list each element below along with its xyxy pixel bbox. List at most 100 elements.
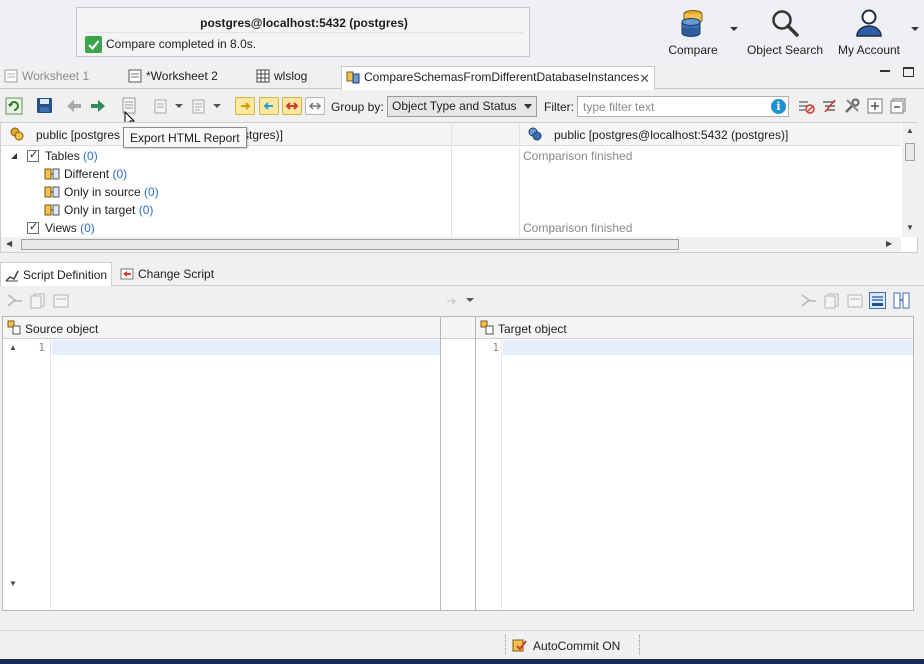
synchronized-scrolling-icon[interactable] — [869, 292, 886, 309]
filter-input[interactable] — [577, 96, 789, 117]
sync-script-icon[interactable] — [191, 98, 207, 114]
status-divider — [505, 635, 506, 655]
tab-compare-schemas[interactable]: CompareSchemasFromDifferentDatabaseInsta… — [341, 66, 655, 90]
tree-row-label: Views — [45, 221, 77, 235]
account-dropdown-arrow-icon[interactable] — [910, 26, 920, 32]
navigate-arrow-icon[interactable] — [446, 296, 458, 306]
copy-target-script-icon[interactable] — [824, 293, 840, 309]
scroll-down-arrow-icon[interactable]: ▼ — [9, 579, 17, 588]
scroll-up-arrow-icon[interactable]: ▲ — [906, 126, 914, 135]
tree-row-only-in-target[interactable]: Only in target (0) — [1, 201, 901, 219]
tab-script-definition[interactable]: Script Definition — [0, 262, 112, 286]
source-editor-header: Source object — [3, 317, 440, 339]
scroll-down-arrow-icon[interactable]: ▼ — [906, 223, 914, 232]
info-icon[interactable]: i — [771, 99, 786, 114]
tab-label: *Worksheet 2 — [146, 69, 218, 83]
sync-script-dropdown-icon[interactable] — [213, 104, 221, 109]
tree-row-count: (0) — [112, 167, 128, 181]
target-schema-header: public [postgres@localhost:5432 (postgre… — [554, 128, 789, 142]
horizontal-scrollbar[interactable]: ◀ ▶ — [1, 237, 901, 252]
tree-row-views[interactable]: Views (0) Comparison finished — [1, 219, 901, 237]
target-object-editor[interactable]: Target object 1 — [475, 316, 914, 611]
source-schema-header-tail: stgres)] — [243, 128, 284, 142]
sql-script-icon[interactable] — [53, 293, 69, 309]
script-toolbar — [0, 288, 924, 314]
chevron-down-icon — [524, 104, 532, 109]
scroll-thumb[interactable] — [905, 143, 915, 161]
views-checkbox[interactable] — [27, 220, 39, 234]
current-line-highlight — [52, 340, 440, 355]
show-both-directions-toggle[interactable] — [282, 97, 302, 115]
target-sql-script-icon[interactable] — [847, 293, 863, 309]
generate-script-dropdown-icon[interactable] — [175, 104, 183, 109]
vertical-scrollbar[interactable]: ▲ ▼ — [902, 123, 918, 237]
tree-row-status: Comparison finished — [523, 221, 633, 235]
run-target-script-icon[interactable] — [801, 294, 817, 308]
tree-row-only-in-source[interactable]: Only in source (0) — [1, 183, 901, 201]
show-only-in-target-toggle[interactable] — [259, 97, 279, 115]
schema-icon — [10, 127, 24, 141]
split-view-icon[interactable] — [893, 292, 910, 309]
compare-button[interactable]: Compare — [664, 6, 722, 60]
group-by-select[interactable]: Object Type and Status — [387, 96, 537, 117]
diff-gutter-header — [441, 317, 475, 339]
compare-label: Compare — [668, 43, 718, 57]
show-different-toggle[interactable] — [235, 97, 255, 115]
my-account-button[interactable]: My Account — [832, 6, 906, 60]
tree-row-text: Different (0) — [64, 167, 127, 181]
expand-all-icon[interactable] — [867, 98, 883, 114]
navigate-dropdown-icon[interactable] — [466, 298, 474, 303]
object-search-button[interactable]: Object Search — [744, 6, 826, 60]
minimize-icon[interactable] — [880, 70, 890, 72]
tree-row-count: (0) — [138, 203, 154, 217]
status-bar: AutoCommit ON — [0, 630, 924, 659]
generate-script-icon[interactable] — [153, 98, 169, 114]
expanded-triangle-icon[interactable] — [11, 153, 18, 160]
target-object-title: Target object — [498, 322, 567, 336]
group-by-value: Object Type and Status — [392, 99, 517, 113]
copy-script-icon[interactable] — [30, 293, 46, 309]
tree-row-text: Views (0) — [45, 221, 95, 235]
tab-worksheet-1[interactable]: Worksheet 1 — [0, 66, 95, 89]
tab-worksheet-2[interactable]: *Worksheet 2 — [124, 66, 224, 89]
compare-schemas-icon — [346, 70, 360, 84]
tree-row-label: Only in target — [64, 203, 136, 217]
source-object-editor[interactable]: Source object ▲ ▼ 1 — [2, 316, 441, 611]
target-editor-header: Target object — [476, 317, 913, 339]
scroll-thumb[interactable] — [21, 239, 679, 250]
refresh-compare-icon[interactable] — [5, 97, 23, 115]
tree-row-different[interactable]: Different (0) — [1, 165, 901, 183]
tables-checkbox[interactable] — [27, 148, 39, 162]
tooltip: Export HTML Report — [123, 127, 247, 148]
only-in-source-icon — [44, 186, 60, 198]
settings-tools-icon[interactable] — [844, 98, 860, 114]
magnifier-icon — [770, 8, 800, 38]
only-in-target-icon — [44, 204, 60, 216]
collapse-all-icon[interactable] — [890, 98, 906, 114]
group-by-label: Group by: — [331, 100, 384, 114]
object-search-label: Object Search — [746, 43, 824, 57]
hide-excluded-icon[interactable] — [797, 98, 815, 114]
tab-change-script[interactable]: Change Script — [116, 262, 220, 286]
autocommit-status[interactable]: AutoCommit ON — [533, 639, 620, 653]
line-number: 1 — [38, 341, 45, 354]
tree-row-tables[interactable]: Tables (0) Comparison finished — [1, 147, 901, 165]
tree-row-text: Only in source (0) — [64, 185, 159, 199]
compare-dropdown-arrow-icon[interactable] — [729, 26, 739, 32]
run-script-icon[interactable] — [7, 294, 23, 308]
next-difference-icon[interactable] — [90, 99, 106, 113]
filter-list-icon[interactable] — [821, 98, 839, 114]
filter-label: Filter: — [544, 100, 574, 114]
scroll-right-arrow-icon[interactable]: ▶ — [886, 239, 892, 248]
previous-difference-icon[interactable] — [66, 99, 82, 113]
close-tab-icon[interactable]: ✕ — [639, 69, 650, 89]
script-definition-icon — [5, 268, 19, 282]
sql-worksheet-icon — [128, 69, 142, 83]
save-icon[interactable] — [36, 97, 53, 114]
maximize-icon[interactable] — [903, 67, 914, 77]
scroll-left-arrow-icon[interactable]: ◀ — [6, 239, 12, 248]
tab-wlslog[interactable]: wlslog — [252, 66, 313, 89]
source-object-title: Source object — [25, 322, 99, 336]
different-objects-icon — [44, 168, 60, 180]
show-equal-toggle[interactable] — [305, 97, 325, 115]
